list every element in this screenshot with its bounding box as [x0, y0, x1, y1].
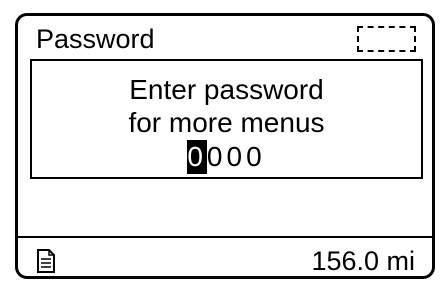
dashed-placeholder-icon	[357, 26, 416, 52]
distance-readout: 156.0 mi	[311, 246, 415, 276]
password-digits[interactable]: 0000	[32, 140, 421, 174]
footer-divider	[18, 236, 432, 238]
password-digit-2[interactable]: 0	[207, 140, 227, 174]
prompt-line-1: Enter password	[129, 74, 324, 105]
display-screen: Password Enter password for more menus 0…	[15, 13, 435, 279]
password-digit-3[interactable]: 0	[227, 140, 247, 174]
screen-title: Password	[36, 24, 155, 54]
document-icon	[37, 249, 55, 273]
prompt-line-2: for more menus	[128, 107, 325, 138]
password-digit-4[interactable]: 0	[246, 140, 266, 174]
password-digit-1[interactable]: 0	[187, 140, 207, 174]
password-prompt-box: Enter password for more menus 0000	[30, 59, 423, 179]
